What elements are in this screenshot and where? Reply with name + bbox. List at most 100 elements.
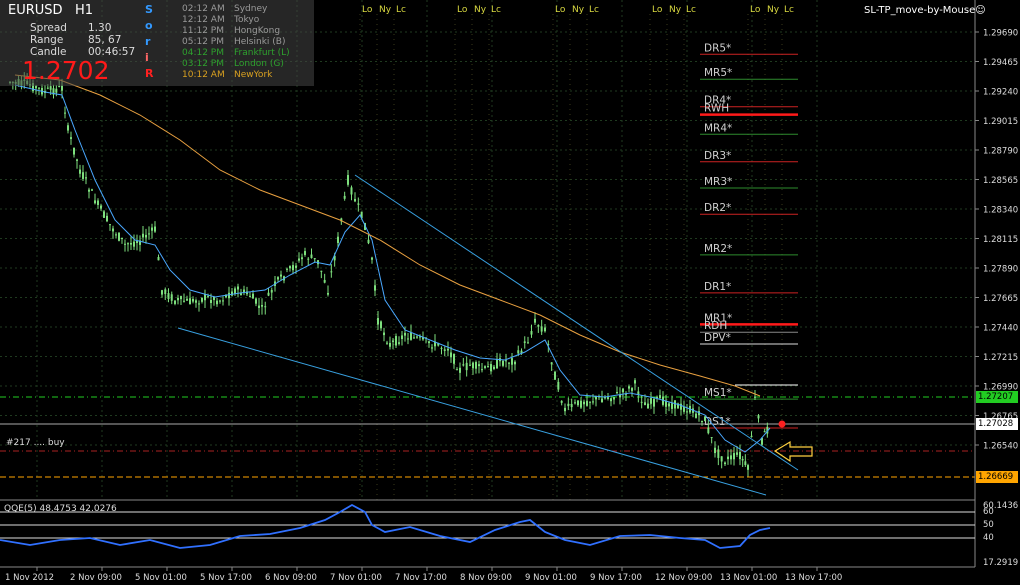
candle-body: [428, 341, 430, 344]
candle-body: [589, 401, 591, 403]
candle-body: [747, 465, 749, 470]
candle-body: [527, 342, 529, 344]
time-axis-label: 2 Nov 09:00: [70, 573, 122, 583]
session-marker: Lo: [555, 5, 566, 15]
candle-body: [462, 364, 465, 366]
candle-body: [508, 362, 510, 364]
candle-body: [720, 456, 723, 462]
current-price-dot: [778, 420, 786, 428]
candle-body: [650, 398, 652, 404]
range-row: Range 85, 67: [30, 34, 121, 46]
candle-body: [739, 451, 741, 460]
price-axis-label: 1.29690: [983, 29, 1018, 39]
timezone-row: 04:12 PM Frankfurt (L): [182, 48, 290, 58]
candle-body: [70, 137, 72, 139]
chart-canvas[interactable]: Lo Ny Lc Lo Ny Lc Lo Ny Lc Lo Ny Lc Lo Ny Lc DR5* MR5* D…: [0, 0, 1020, 585]
candle-body: [724, 462, 726, 465]
candle-body: [73, 147, 75, 155]
candle-body: [320, 270, 323, 272]
candle-body: [540, 326, 543, 332]
candle-body: [195, 300, 197, 303]
timezone-time: 04:12 PM: [182, 48, 224, 58]
time-axis-label: 9 Nov 01:00: [525, 573, 577, 583]
candle-body: [94, 200, 96, 204]
candle-body: [607, 397, 609, 399]
pivot-levels: DR5*MR5*DR4*RWHMR4*DR3*MR3*DR2*MR2*DR1*M…: [700, 42, 798, 429]
session-marker: Ny: [767, 5, 780, 15]
candle-body: [511, 358, 513, 365]
pivot-label: DR5*: [704, 42, 731, 54]
candle-body: [301, 257, 303, 260]
session-marker: Lo: [362, 5, 373, 15]
current-price-box: 1.27028: [976, 418, 1018, 430]
candle-body: [410, 332, 412, 340]
timezone-city: Frankfurt (L): [234, 48, 290, 58]
candle-body: [46, 87, 49, 89]
info-panel: EURUSD H1 Spread 1.30 Range 85, 67 Candl…: [0, 0, 314, 86]
candle-body: [298, 258, 300, 261]
candle-body: [704, 416, 706, 421]
candle-body: [631, 388, 633, 391]
candle-body: [343, 195, 346, 199]
candle-body: [490, 364, 492, 372]
ea-label[interactable]: SL-TP_move-by-Mouse☺: [864, 5, 986, 16]
candle-body: [367, 239, 370, 244]
session-letter: r: [145, 35, 151, 48]
candle-body: [277, 277, 279, 280]
candle-body: [586, 400, 588, 406]
session-marker: Lo: [457, 5, 468, 15]
timezone-city: Sydney: [234, 4, 268, 14]
candle-body: [55, 88, 58, 93]
candle-body: [115, 234, 117, 236]
candle-body: [453, 354, 455, 364]
spread-row: Spread 1.30: [30, 22, 111, 34]
candle-body: [443, 349, 446, 351]
candle-body: [481, 369, 483, 371]
candle-body: [401, 335, 403, 340]
candle-body: [514, 361, 516, 365]
timezone-time: 03:12 PM: [182, 59, 224, 69]
candle-body: [177, 297, 179, 301]
pivot-label: RWH: [704, 103, 729, 115]
price-axis-label: 1.28115: [983, 235, 1018, 245]
candle-body: [161, 290, 163, 295]
candle-body: [459, 367, 461, 373]
time-axis-label: 5 Nov 01:00: [135, 573, 187, 583]
candle-body: [85, 177, 87, 179]
candle-body: [389, 342, 391, 347]
time-axis-label: 5 Nov 17:00: [200, 573, 252, 583]
candle-body: [469, 364, 471, 366]
candle-body: [167, 293, 170, 300]
candle-body: [733, 453, 735, 460]
candle-body: [183, 300, 185, 302]
candle-body: [668, 403, 670, 407]
candle-body: [628, 386, 630, 389]
candle-body: [404, 332, 406, 336]
candle-body: [377, 318, 379, 325]
session-marker: Ny: [379, 5, 392, 15]
green-level-box: 1.27207: [976, 391, 1018, 403]
pivot-label: MR5*: [704, 67, 732, 79]
chart-window[interactable]: Lo Ny Lc Lo Ny Lc Lo Ny Lc Lo Ny Lc Lo Ny Lc DR5* MR5* D…: [0, 0, 1020, 585]
pivot-label: MR3*: [704, 176, 732, 188]
candle-body: [67, 125, 69, 131]
candle-body: [327, 292, 329, 295]
candle-body: [133, 241, 135, 247]
timezone-row: 12:12 AM Tokyo: [182, 15, 259, 25]
candle-body: [337, 236, 339, 243]
price-axis-label: 1.29240: [983, 88, 1018, 98]
session-marker: Lc: [686, 5, 696, 15]
candle-body: [180, 296, 182, 300]
candle-body: [695, 413, 697, 418]
candle-body: [610, 398, 612, 402]
timezone-city: London (G): [234, 59, 284, 69]
candle-body: [386, 342, 388, 344]
candle-body: [255, 298, 257, 304]
candle-body: [496, 359, 498, 369]
candle-body: [567, 403, 570, 407]
candle-body: [613, 397, 615, 400]
candle-body: [456, 369, 458, 371]
candle-body: [97, 200, 99, 205]
timeframe: H1: [74, 3, 93, 18]
trade-label[interactable]: #217 .... buy: [6, 438, 65, 448]
